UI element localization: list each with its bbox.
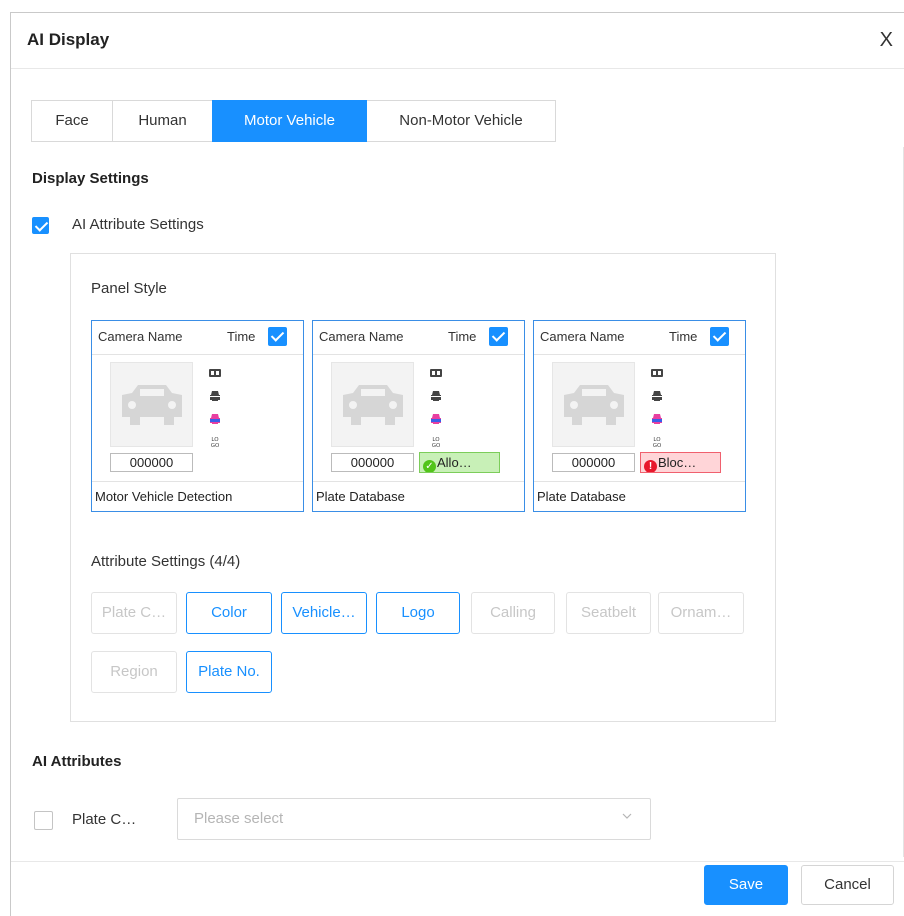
plate-color-select[interactable]: Please select	[177, 798, 651, 840]
save-button[interactable]: Save	[704, 865, 788, 905]
close-icon[interactable]: X	[880, 29, 893, 52]
camera-name-label: Camera Name	[540, 329, 625, 344]
ai-display-dialog: AI Display X Face Human Motor Vehicle No…	[10, 12, 904, 916]
attr-vehicle-type-button[interactable]: Vehicle…	[281, 592, 367, 634]
chevron-down-icon	[622, 813, 632, 819]
dialog-header: AI Display X	[11, 13, 904, 69]
allowlist-status-badge: ✓ Allo…	[419, 452, 500, 473]
time-label: Time	[448, 329, 477, 344]
plate-color-label: Plate C…	[72, 811, 137, 828]
car-icon	[564, 385, 624, 425]
display-settings-title: Display Settings	[32, 170, 149, 187]
logo-icon: LOGO	[211, 437, 220, 448]
time-label: Time	[227, 329, 256, 344]
attr-ornament-button[interactable]: Ornam…	[658, 592, 744, 634]
cancel-button[interactable]: Cancel	[801, 865, 894, 905]
attr-region-button[interactable]: Region	[91, 651, 177, 693]
tab-human[interactable]: Human	[112, 100, 213, 142]
card-footer-label: Plate Database	[537, 489, 626, 504]
ai-attribute-settings-label: AI Attribute Settings	[72, 216, 204, 233]
tab-non-motor-vehicle[interactable]: Non-Motor Vehicle	[366, 100, 556, 142]
tab-face[interactable]: Face	[31, 100, 113, 142]
ai-attribute-settings-checkbox[interactable]	[32, 217, 49, 234]
plate-number: 000000	[110, 453, 193, 472]
tab-motor-vehicle[interactable]: Motor Vehicle	[212, 100, 367, 142]
attr-logo-button[interactable]: Logo	[376, 592, 460, 634]
time-checkbox[interactable]	[489, 327, 508, 346]
svg-text:GO: GO	[653, 443, 662, 448]
vehicle-type-icon	[652, 391, 662, 401]
svg-text:GO: GO	[432, 443, 441, 448]
blocklist-status-badge: ! Bloc…	[640, 452, 721, 473]
vehicle-image-placeholder	[552, 362, 635, 447]
car-icon	[343, 385, 403, 425]
time-label: Time	[669, 329, 698, 344]
panel-style-card-allowlist[interactable]: Camera Name Time 000000 LO GO ✓ Allo… Plat…	[312, 320, 525, 512]
logo-icon: LOGO	[432, 437, 441, 448]
plate-color-checkbox[interactable]	[34, 811, 53, 830]
vehicle-color-icon	[210, 414, 220, 424]
alert-circle-icon: !	[644, 460, 657, 472]
panel-style-card-blocklist[interactable]: Camera Name Time 000000 LO GO ! Bloc… Plat…	[533, 320, 746, 512]
tab-bar: Face Human Motor Vehicle Non-Motor Vehic…	[31, 100, 556, 142]
attr-seatbelt-button[interactable]: Seatbelt	[566, 592, 651, 634]
attribute-icons: LO GO	[430, 367, 444, 459]
vehicle-image-placeholder	[110, 362, 193, 447]
attr-plate-no-button[interactable]: Plate No.	[186, 651, 272, 693]
vehicle-type-icon	[431, 391, 441, 401]
camera-name-label: Camera Name	[98, 329, 183, 344]
logo-icon: LOGO	[653, 437, 662, 448]
time-checkbox[interactable]	[268, 327, 287, 346]
attr-calling-button[interactable]: Calling	[471, 592, 555, 634]
vehicle-color-icon	[652, 414, 662, 424]
dialog-title: AI Display	[27, 30, 110, 49]
plate-icon	[430, 369, 442, 377]
attr-color-button[interactable]: Color	[186, 592, 272, 634]
plate-number: 000000	[552, 453, 635, 472]
car-icon	[122, 385, 182, 425]
attr-plate-color-button[interactable]: Plate C…	[91, 592, 177, 634]
panel-style-label: Panel Style	[91, 280, 167, 297]
vehicle-image-placeholder	[331, 362, 414, 447]
vehicle-color-icon	[431, 414, 441, 424]
attribute-icons: LO GO	[651, 367, 665, 459]
plate-icon	[209, 369, 221, 377]
time-checkbox[interactable]	[710, 327, 729, 346]
card-footer-label: Motor Vehicle Detection	[95, 489, 233, 504]
vehicle-type-icon	[210, 391, 220, 401]
check-circle-icon: ✓	[423, 460, 436, 472]
plate-icon	[651, 369, 663, 377]
status-text: Allo…	[437, 455, 472, 470]
camera-name-label: Camera Name	[319, 329, 404, 344]
status-text: Bloc…	[658, 455, 697, 470]
plate-number: 000000	[331, 453, 414, 472]
ai-attributes-title: AI Attributes	[32, 753, 122, 770]
attribute-icons: LO GO	[209, 367, 223, 459]
select-placeholder: Please select	[194, 810, 284, 827]
attribute-settings-label: Attribute Settings (4/4)	[91, 553, 241, 570]
svg-text:GO: GO	[211, 443, 220, 448]
card-footer-label: Plate Database	[316, 489, 405, 504]
panel-style-card-detection[interactable]: Camera Name Time 000000 LO GO Motor Vehic…	[91, 320, 304, 512]
